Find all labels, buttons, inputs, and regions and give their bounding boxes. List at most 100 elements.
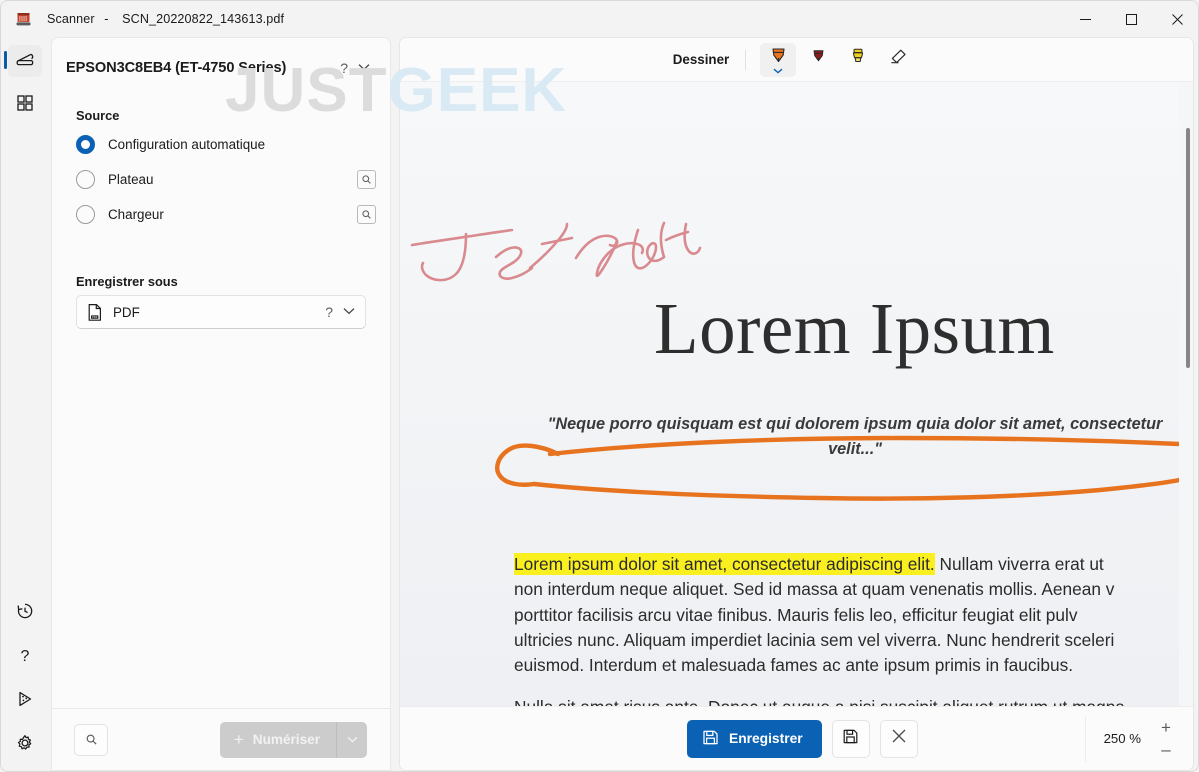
- scan-panel-footer: + Numériser: [51, 709, 391, 771]
- save-as-help-icon[interactable]: ?: [315, 304, 343, 320]
- draw-toolbar-label: Dessiner: [672, 52, 730, 67]
- left-navigation-rail: ?: [1, 37, 49, 771]
- tool-eraser[interactable]: [880, 43, 916, 77]
- zoom-control: 250 % + –: [1084, 715, 1179, 762]
- zoom-steppers: + –: [1153, 717, 1179, 761]
- highlighter-icon: [848, 46, 868, 73]
- document-paragraph-2: Nulla sit amet risus ante. Donec ut augu…: [514, 695, 1193, 706]
- eraser-icon: [887, 46, 909, 73]
- rail-item-scanner[interactable]: [1, 39, 49, 83]
- scanner-help-icon[interactable]: ?: [330, 60, 358, 76]
- scanner-app-icon: [13, 9, 33, 29]
- paragraph-1-line-4: ultricies nunc. Aliquam imperdiet lacini…: [514, 629, 1115, 650]
- scanner-device-name: EPSON3C8EB4 (ET-4750 Series): [66, 60, 287, 76]
- save-button[interactable]: Enregistrer: [687, 719, 822, 758]
- svg-text:PDF: PDF: [92, 315, 98, 319]
- window-title-separator: -: [104, 12, 109, 26]
- gear-icon: [15, 733, 35, 758]
- zoom-level-value: 250 %: [1103, 731, 1141, 746]
- rail-item-gallery[interactable]: [1, 83, 49, 127]
- close-button[interactable]: [1154, 1, 1198, 37]
- save-as-section-heading: Enregistrer sous: [76, 274, 178, 289]
- tool-highlighter-yellow[interactable]: [840, 43, 876, 77]
- radio-feeder[interactable]: [76, 205, 95, 224]
- scanner-icon: [14, 48, 36, 75]
- draw-toolbar: Dessiner: [400, 38, 1193, 82]
- close-x-icon: [892, 729, 906, 748]
- window-file-name: SCN_20220822_143613.pdf: [122, 12, 285, 26]
- pen-icon: [809, 47, 828, 73]
- zoom-in-button[interactable]: +: [1153, 717, 1179, 739]
- save-as-chevron-down-icon[interactable]: [343, 307, 365, 318]
- document-preview-pane: Dessiner Lorem Ipsum "Neque porro quisqu…: [399, 37, 1194, 771]
- paragraph-1-line-5: euismod. Interdum et malesuada fames ac …: [514, 655, 1074, 676]
- scanner-app-window: Scanner - SCN_20220822_143613.pdf ? EPSO…: [0, 0, 1199, 772]
- source-option-feeder-label: Chargeur: [108, 207, 164, 222]
- close-document-button[interactable]: [879, 719, 918, 758]
- scan-button[interactable]: + Numériser: [220, 722, 336, 758]
- floppy-save-as-icon: [842, 728, 859, 750]
- rail-item-feedback[interactable]: [1, 679, 49, 723]
- document-quote: "Neque porro quisquam est qui dolorem ip…: [515, 412, 1193, 462]
- paragraph-1-line-3: porttitor facilisis arcu vitae finibus. …: [514, 604, 1078, 625]
- feeder-preview-magnifier-icon[interactable]: [357, 205, 376, 224]
- save-as-format-value: PDF: [113, 304, 140, 320]
- rail-selection-indicator: [4, 51, 7, 69]
- rail-item-history[interactable]: [1, 591, 49, 635]
- save-button-label: Enregistrer: [729, 731, 803, 746]
- paragraph-2-line-1: Nulla sit amet risus ante. Donec ut augu…: [514, 695, 1193, 706]
- document-quote-line-2: velit...": [828, 440, 882, 458]
- source-option-auto-label: Configuration automatique: [108, 137, 266, 152]
- save-as-format-dropdown[interactable]: PDF PDF ?: [76, 295, 366, 329]
- pdf-file-icon: PDF: [77, 303, 113, 322]
- highlighted-sentence: Lorem ipsum dolor sit amet, consectetur …: [514, 553, 935, 575]
- scan-split-button[interactable]: + Numériser: [219, 721, 367, 758]
- rail-bottom-group: ?: [1, 591, 49, 767]
- pen-orange-chevron-down-icon[interactable]: [760, 67, 796, 76]
- rail-top-group: [1, 37, 49, 127]
- paragraph-1-line-2: non interdum neque aliquet. Sed id massa…: [514, 579, 1115, 600]
- tool-pen-orange[interactable]: [760, 42, 797, 77]
- source-option-flatbed[interactable]: Plateau: [76, 162, 376, 197]
- history-clock-icon: [15, 601, 35, 626]
- window-controls: [1062, 1, 1198, 37]
- toolbar-divider: [745, 49, 747, 70]
- title-bar: Scanner - SCN_20220822_143613.pdf: [1, 1, 1198, 37]
- tool-pen-dark-red[interactable]: [800, 43, 836, 77]
- feedback-icon: [15, 689, 35, 714]
- save-as-button[interactable]: [831, 719, 870, 758]
- scan-button-label: Numériser: [252, 732, 320, 747]
- document-quote-line-1: "Neque porro quisquam est qui dolorem ip…: [547, 415, 1163, 433]
- document-paragraph-1: Lorem ipsum dolor sit amet, consectetur …: [514, 552, 1193, 678]
- scanner-chevron-down-icon[interactable]: [358, 63, 380, 74]
- maximize-button[interactable]: [1108, 1, 1154, 37]
- source-option-flatbed-label: Plateau: [108, 172, 154, 187]
- grid-apps-icon: [15, 93, 35, 118]
- source-option-feeder[interactable]: Chargeur: [76, 197, 376, 232]
- scanned-page-image: Lorem Ipsum "Neque porro quisquam est qu…: [400, 82, 1179, 706]
- document-heading: Lorem Ipsum: [654, 288, 1055, 369]
- source-section-heading: Source: [76, 108, 120, 123]
- plus-icon: +: [233, 729, 244, 749]
- scanned-page-viewport[interactable]: Lorem Ipsum "Neque porro quisquam est qu…: [400, 82, 1193, 706]
- radio-auto[interactable]: [76, 135, 95, 154]
- scanner-device-selector[interactable]: EPSON3C8EB4 (ET-4750 Series) ?: [62, 46, 380, 90]
- question-mark-icon: ?: [20, 648, 30, 665]
- rail-item-settings[interactable]: [1, 723, 49, 767]
- scan-options-chevron-down-icon[interactable]: [337, 722, 367, 758]
- window-app-name: Scanner: [47, 12, 95, 26]
- window-title: Scanner - SCN_20220822_143613.pdf: [47, 12, 284, 26]
- handwriting-justgeek-annotation: [410, 221, 702, 282]
- document-action-bar: Enregistrer 250 % + –: [400, 706, 1193, 770]
- radio-flatbed[interactable]: [76, 170, 95, 189]
- zoom-out-button[interactable]: –: [1153, 739, 1179, 761]
- flatbed-preview-magnifier-icon[interactable]: [357, 170, 376, 189]
- paragraph-1-line-1-rest: Nullam viverra erat ut: [934, 554, 1104, 574]
- source-option-auto[interactable]: Configuration automatique: [76, 127, 376, 162]
- floppy-save-icon: [702, 729, 719, 749]
- scan-settings-panel: EPSON3C8EB4 (ET-4750 Series) ? Source Co…: [51, 37, 391, 709]
- rail-item-help[interactable]: ?: [1, 635, 49, 679]
- document-vertical-scrollbar[interactable]: [1186, 128, 1190, 368]
- minimize-button[interactable]: [1062, 1, 1108, 37]
- preview-magnifier-button[interactable]: [74, 723, 108, 756]
